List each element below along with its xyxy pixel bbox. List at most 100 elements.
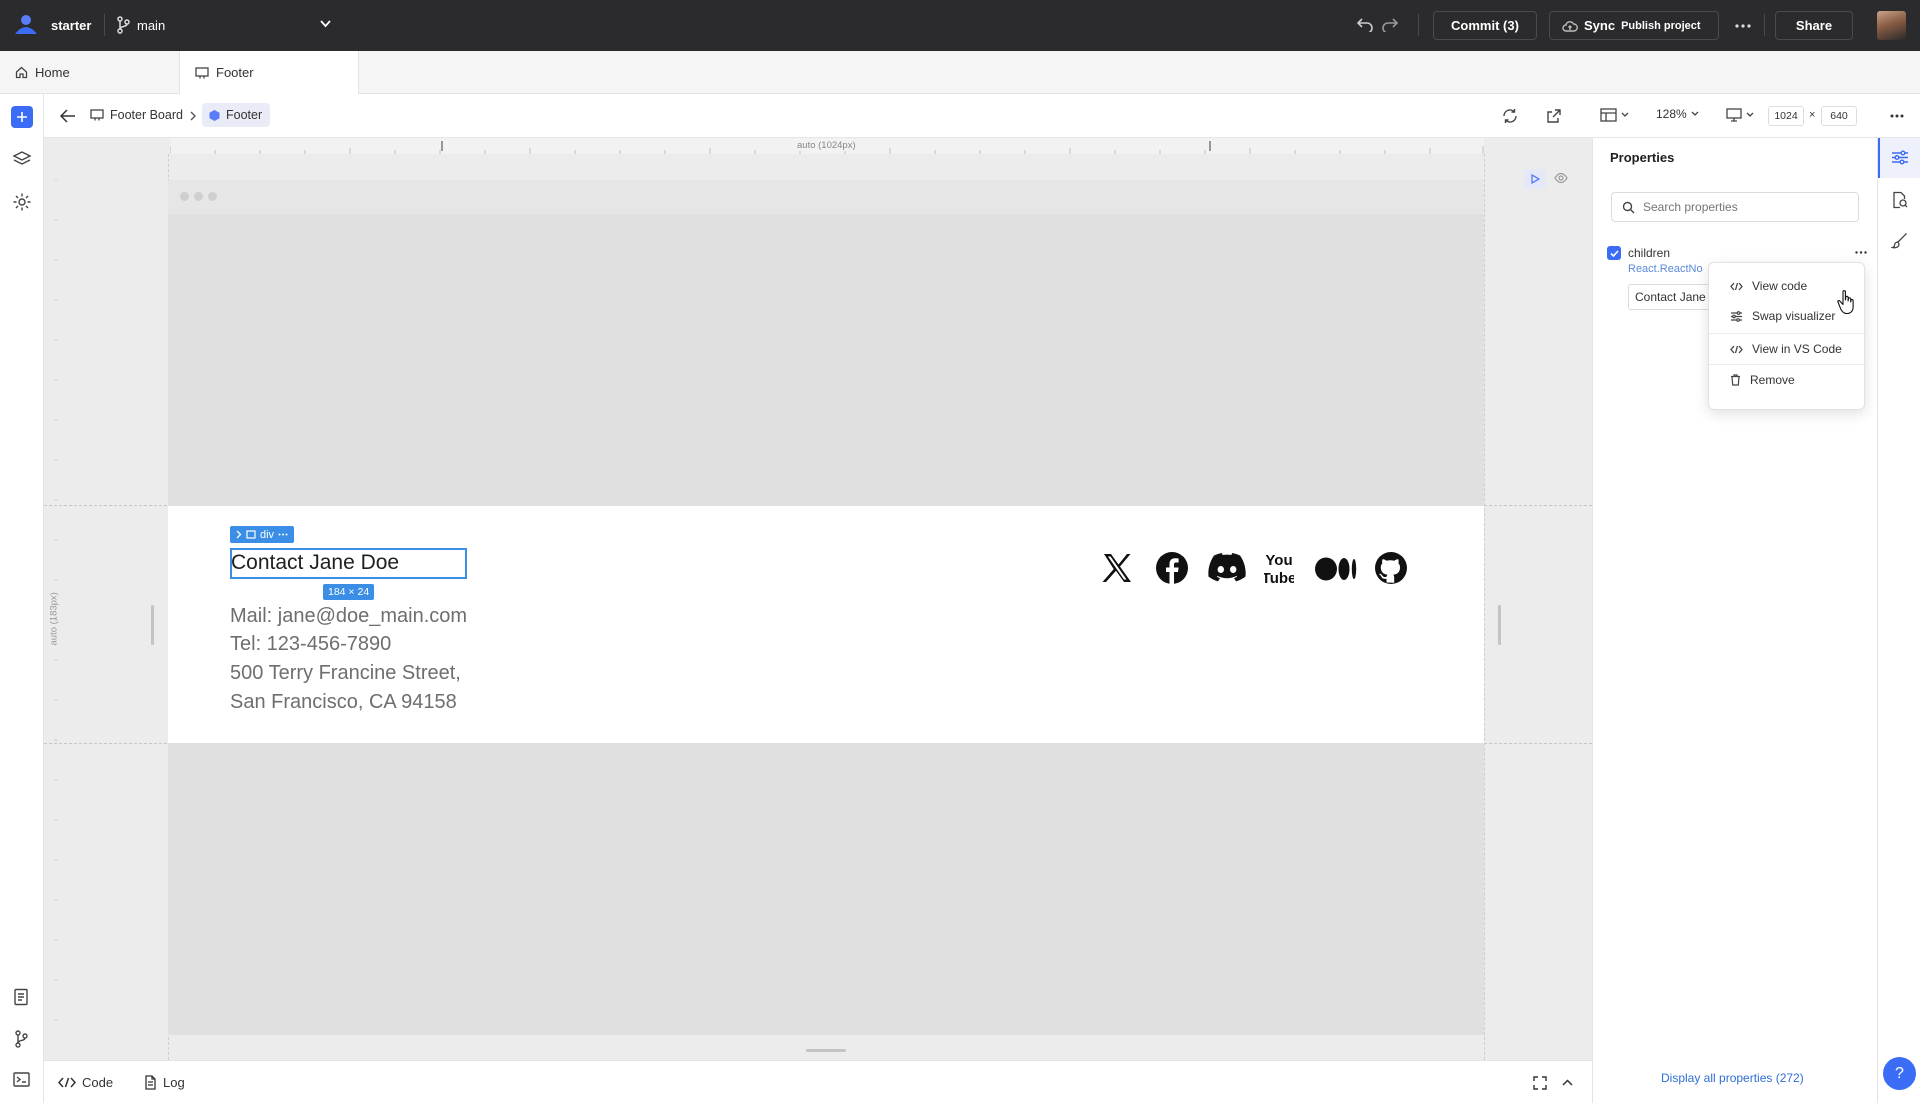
svg-text:You: You xyxy=(1265,552,1292,569)
chevron-up-icon[interactable] xyxy=(1562,1079,1573,1086)
monitor-icon xyxy=(1726,108,1742,122)
resize-handle-bottom[interactable] xyxy=(806,1049,846,1052)
properties-tab[interactable] xyxy=(1878,138,1920,178)
back-arrow-icon[interactable] xyxy=(60,109,76,123)
menu-item-label: View code xyxy=(1752,279,1808,293)
facebook-icon[interactable] xyxy=(1155,551,1189,585)
divider xyxy=(1418,14,1419,36)
add-button[interactable] xyxy=(11,106,33,128)
terminal-icon[interactable] xyxy=(13,1072,30,1087)
layers-icon[interactable] xyxy=(12,150,32,168)
redo-icon[interactable] xyxy=(1381,16,1399,32)
prop-value-input[interactable]: Contact Jane xyxy=(1628,284,1718,310)
log-panel-button[interactable]: Log xyxy=(144,1061,185,1103)
project-name[interactable]: starter xyxy=(51,18,91,33)
more-options-icon[interactable] xyxy=(1890,114,1904,118)
sliders-icon xyxy=(1730,310,1743,322)
git-branch-icon[interactable] xyxy=(14,1030,28,1048)
selected-element-tag[interactable]: div xyxy=(230,526,295,543)
chevron-right-icon xyxy=(190,111,196,121)
undo-icon[interactable] xyxy=(1356,16,1374,32)
element-box-icon xyxy=(246,530,256,539)
interact-mode-button[interactable] xyxy=(1524,169,1546,189)
breadcrumb-component[interactable]: Footer xyxy=(202,103,271,127)
publish-label: Publish project xyxy=(1621,19,1701,32)
size-separator: × xyxy=(1809,109,1816,121)
contact-heading[interactable]: Contact Jane Doe xyxy=(231,551,399,575)
layout-icon xyxy=(1600,108,1617,122)
github-icon[interactable] xyxy=(1374,551,1408,585)
prop-name: children xyxy=(1628,246,1671,260)
svg-text:Tube: Tube xyxy=(1264,570,1294,586)
sliders-icon xyxy=(1891,150,1909,165)
layout-selector[interactable] xyxy=(1600,108,1629,122)
code-panel-button[interactable]: Code xyxy=(58,1061,113,1103)
log-panel-label: Log xyxy=(163,1075,185,1090)
menu-item-remove[interactable]: Remove xyxy=(1709,365,1866,395)
tab-home[interactable]: Home xyxy=(15,51,70,94)
app-logo-icon[interactable] xyxy=(13,12,39,38)
contact-mail: Mail: jane@doe_main.com xyxy=(230,605,468,627)
chevron-down-icon[interactable] xyxy=(320,20,331,28)
resize-handle-right[interactable] xyxy=(1498,605,1501,645)
children-checkbox[interactable] xyxy=(1607,246,1621,260)
refresh-icon[interactable] xyxy=(1502,108,1518,124)
contact-city: San Francisco, CA 94158 xyxy=(230,691,457,713)
properties-title: Properties xyxy=(1610,150,1675,165)
menu-item-view-in-vs-code[interactable]: View in VS Code xyxy=(1709,334,1866,364)
help-button[interactable]: ? xyxy=(1883,1057,1916,1090)
brush-icon[interactable] xyxy=(1891,232,1908,249)
document-icon[interactable] xyxy=(13,988,29,1006)
branch-name[interactable]: main xyxy=(137,18,165,33)
x-icon[interactable] xyxy=(1101,552,1133,584)
menu-item-label: Swap visualizer xyxy=(1752,309,1836,323)
fullscreen-icon[interactable] xyxy=(1533,1076,1547,1090)
file-search-icon[interactable] xyxy=(1891,191,1908,209)
contact-street: 500 Terry Francine Street, xyxy=(230,662,461,684)
hand-cursor-icon xyxy=(1836,289,1858,315)
trash-icon xyxy=(1730,374,1741,386)
display-all-properties-link[interactable]: Display all properties (272) xyxy=(1661,1071,1804,1085)
divider xyxy=(104,14,105,36)
user-avatar[interactable] xyxy=(1877,11,1906,40)
code-icon xyxy=(1730,282,1743,291)
eye-icon[interactable] xyxy=(1554,172,1568,184)
board-icon xyxy=(90,109,104,121)
breadcrumb-board[interactable]: Footer Board xyxy=(110,108,183,122)
window-dots xyxy=(180,192,217,201)
more-options-icon xyxy=(278,533,288,536)
prop-more-options-icon[interactable] xyxy=(1855,251,1867,254)
search-properties-input[interactable] xyxy=(1643,200,1843,214)
device-selector[interactable] xyxy=(1726,108,1754,122)
settings-gear-icon[interactable] xyxy=(12,192,32,212)
tab-footer[interactable]: Footer xyxy=(179,51,359,94)
code-panel-label: Code xyxy=(82,1075,114,1090)
search-icon xyxy=(1622,201,1635,214)
medium-icon[interactable] xyxy=(1315,557,1357,581)
left-rail xyxy=(0,94,44,1103)
right-rail: ? xyxy=(1877,138,1920,1103)
youtube-icon[interactable]: You Tube xyxy=(1264,550,1294,586)
chevron-right-icon xyxy=(236,530,242,539)
branch-icon xyxy=(116,16,130,34)
bottom-bar: Code Log xyxy=(44,1060,1592,1103)
height-input[interactable]: 640 xyxy=(1821,106,1857,126)
resize-handle-left[interactable] xyxy=(151,605,154,645)
ruler-left: auto (183px) xyxy=(48,180,60,1040)
breadcrumb-component-label: Footer xyxy=(226,108,263,122)
search-properties-field[interactable] xyxy=(1611,192,1859,222)
tab-footer-label: Footer xyxy=(216,65,254,80)
board-icon xyxy=(195,66,209,79)
component-cube-icon xyxy=(208,109,221,122)
more-options-icon[interactable] xyxy=(1735,24,1751,28)
discord-icon[interactable] xyxy=(1208,553,1246,582)
selected-tag-label: div xyxy=(260,528,275,541)
width-input[interactable]: 1024 xyxy=(1768,106,1804,126)
open-external-icon[interactable] xyxy=(1546,108,1562,124)
zoom-selector[interactable]: 128% xyxy=(1656,107,1699,121)
share-button[interactable]: Share xyxy=(1775,11,1853,40)
commit-button[interactable]: Commit (3) xyxy=(1433,11,1537,40)
plus-icon xyxy=(16,111,28,123)
home-icon xyxy=(15,66,28,79)
sync-button[interactable]: Sync Publish project xyxy=(1549,11,1719,40)
